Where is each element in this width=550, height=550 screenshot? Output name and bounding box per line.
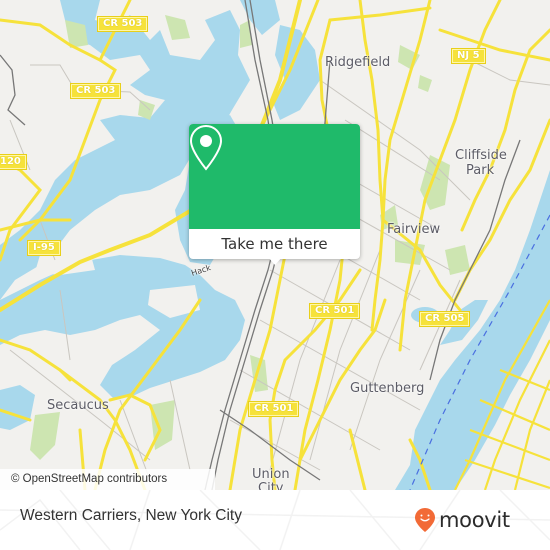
road-shield-i95: I-95 [27, 240, 61, 256]
popup-tail [267, 256, 283, 265]
place-label-union: Union [252, 467, 290, 482]
road-shield-cr501-north: CR 501 [309, 303, 361, 319]
location-title: Western Carriers, New York City [20, 507, 242, 524]
map-attribution[interactable]: © OpenStreetMap contributors [0, 469, 215, 490]
road-shield-cr505: CR 505 [419, 311, 471, 327]
footer: Western Carriers, New York City moovit [0, 490, 550, 550]
moovit-logo[interactable]: moovit [414, 502, 510, 538]
place-label-city: City [258, 481, 284, 490]
place-label-park: Park [466, 163, 495, 178]
place-label-guttenberg: Guttenberg [350, 381, 425, 396]
place-label-fairview: Fairview [387, 222, 441, 237]
road-shield-cr503-north: CR 503 [97, 16, 149, 32]
road-shield-cr501-south: CR 501 [248, 401, 300, 417]
map[interactable]: CR 503 CR 503 120 I-95 NJ 5 CR 501 CR 50… [0, 0, 550, 490]
road-shield-route-120: 120 [0, 154, 27, 170]
popup-header [189, 124, 360, 229]
place-label-ridgefield: Ridgefield [325, 55, 391, 70]
road-shield-nj5: NJ 5 [451, 48, 486, 64]
place-label-cliffside: Cliffside [455, 148, 507, 163]
road-shield-cr503-west: CR 503 [70, 83, 122, 99]
place-label-secaucus: Secaucus [47, 398, 109, 413]
destination-popup: Take me there [189, 124, 360, 265]
moovit-smiley-pin-icon [415, 508, 435, 532]
moovit-wordmark: moovit [439, 508, 510, 532]
take-me-there-button[interactable]: Take me there [189, 229, 360, 259]
location-pin-icon [189, 124, 223, 171]
